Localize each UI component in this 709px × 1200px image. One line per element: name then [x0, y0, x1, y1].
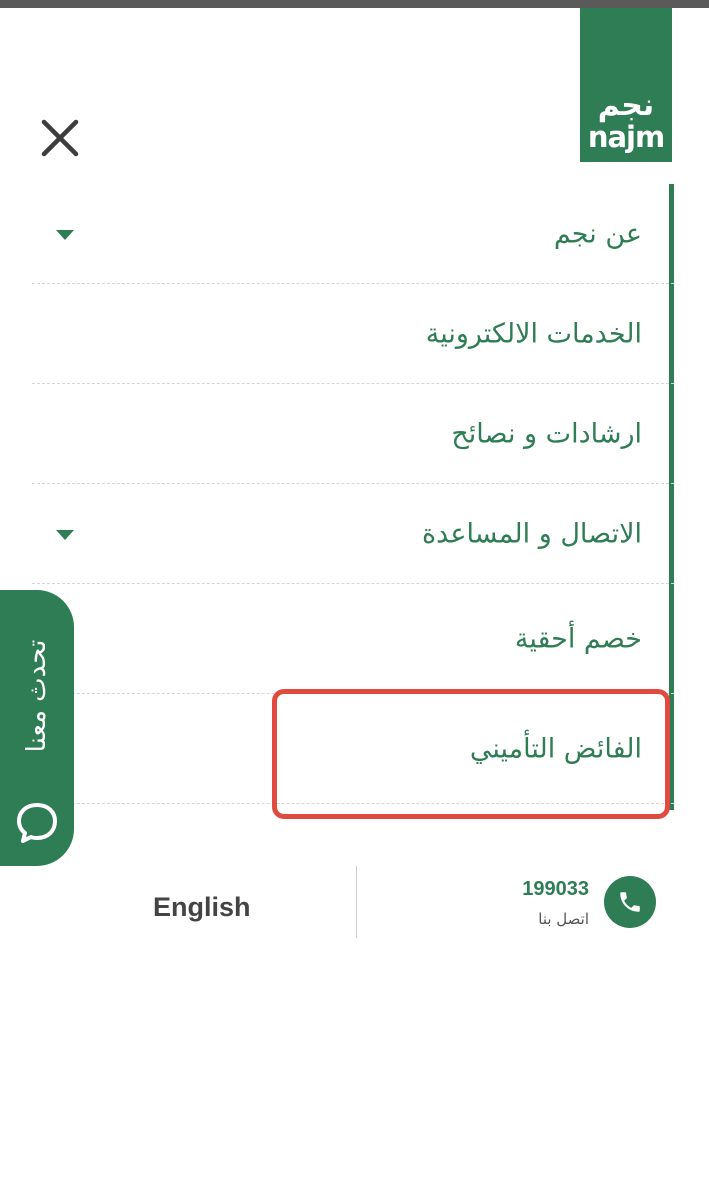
chevron-down-icon	[56, 230, 74, 240]
chevron-down-icon	[56, 530, 74, 540]
chat-with-us-button[interactable]: تحدث معنا	[0, 590, 74, 866]
close-icon	[41, 119, 79, 157]
menu-item-about-najm[interactable]: عن نجم	[32, 184, 674, 284]
phone-caption: اتصل بنا	[538, 910, 589, 928]
menu-item-contact-help[interactable]: الاتصال و المساعدة	[32, 484, 674, 584]
menu-item-label: ارشادات و نصائح	[451, 418, 642, 449]
phone-icon	[620, 892, 640, 912]
logo-arabic-text: نجم	[597, 88, 655, 123]
menu-footer: English 199033 اتصل بنا	[0, 866, 709, 938]
menu-item-label: الخدمات الالكترونية	[425, 318, 642, 349]
status-bar	[0, 0, 709, 8]
menu-item-e-services[interactable]: الخدمات الالكترونية	[32, 284, 674, 384]
language-switch[interactable]: English	[153, 892, 251, 923]
menu-item-insurance-surplus[interactable]: الفائض التأميني	[32, 694, 674, 804]
menu-item-label: الاتصال و المساعدة	[422, 518, 642, 549]
menu-item-eligibility-discount[interactable]: خصم أحقية	[32, 584, 674, 694]
footer-divider	[356, 866, 357, 938]
close-menu-button[interactable]	[36, 114, 84, 162]
phone-number[interactable]: 199033	[522, 878, 589, 901]
navigation-menu: عن نجم الخدمات الالكترونية ارشادات و نصا…	[32, 184, 674, 810]
menu-item-label: عن نجم	[553, 218, 642, 249]
logo-latin-text: najm	[587, 120, 665, 154]
chat-label: تحدث معنا	[22, 639, 52, 753]
call-button[interactable]	[604, 876, 656, 928]
menu-item-label: الفائض التأميني	[469, 733, 642, 764]
najm-logo[interactable]: نجم najm	[580, 8, 672, 162]
menu-item-guidance-tips[interactable]: ارشادات و نصائح	[32, 384, 674, 484]
menu-item-label: خصم أحقية	[514, 623, 642, 654]
chat-bubble-icon	[17, 803, 57, 843]
